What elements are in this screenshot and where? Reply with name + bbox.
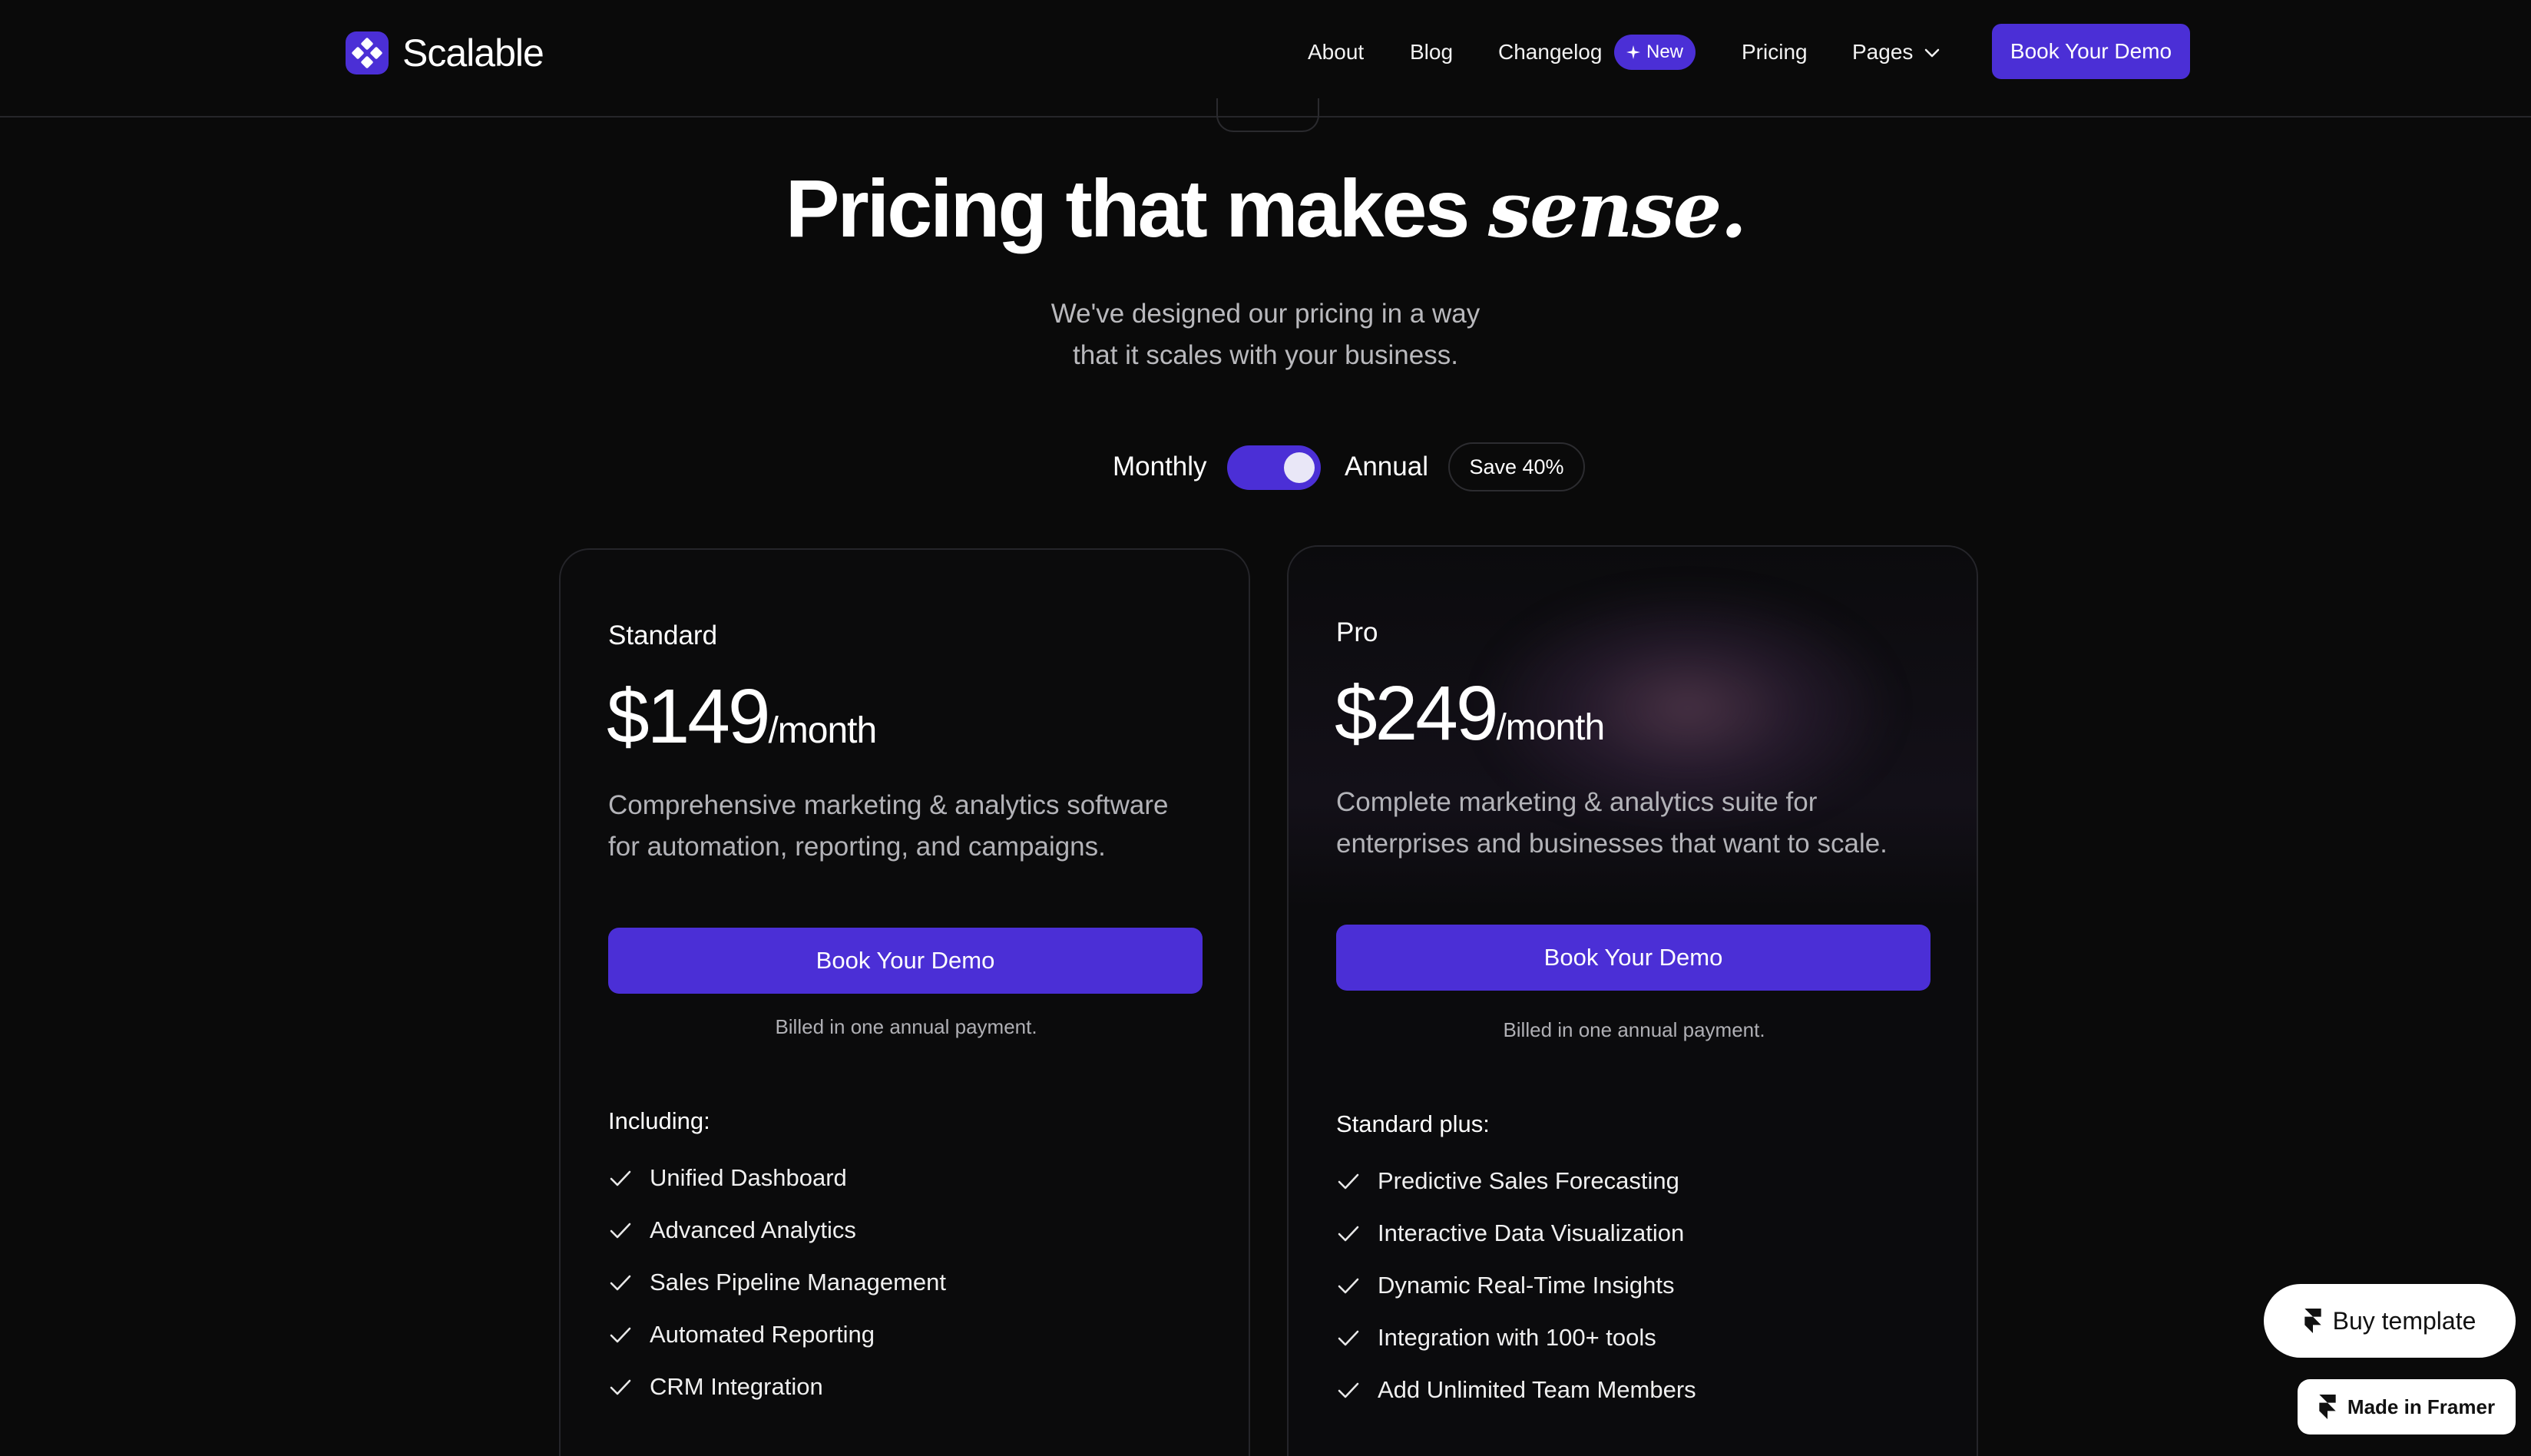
nav-book-demo-button[interactable]: Book Your Demo xyxy=(1992,24,2190,79)
feature-label: CRM Integration xyxy=(650,1373,823,1400)
check-icon xyxy=(1338,1330,1359,1346)
save-badge: Save 40% xyxy=(1448,442,1585,491)
feature-label: Advanced Analytics xyxy=(650,1216,856,1243)
page-title: Pricing that makes sense. xyxy=(0,163,2531,256)
plan-description: Comprehensive marketing & analytics soft… xyxy=(608,785,1222,868)
nav-link-about[interactable]: About xyxy=(1308,40,1364,65)
plan-name: Standard xyxy=(608,620,718,650)
plan-description-line-2: for automation, reporting, and campaigns… xyxy=(608,832,1106,862)
billing-toggle[interactable] xyxy=(1227,445,1321,490)
nav-link-pages[interactable]: Pages xyxy=(1852,40,1913,65)
check-icon xyxy=(610,1170,631,1186)
nav-link-pricing[interactable]: Pricing xyxy=(1742,40,1808,65)
subtitle-line-1: We've designed our pricing in a way xyxy=(1050,299,1481,329)
check-icon xyxy=(1338,1382,1359,1398)
logo-mark-icon xyxy=(346,31,389,74)
check-icon xyxy=(610,1327,631,1343)
check-icon xyxy=(610,1223,631,1239)
feature-item: Add Unlimited Team Members xyxy=(1336,1364,1696,1416)
made-in-framer-label: Made in Framer xyxy=(2347,1395,2496,1418)
made-in-framer-badge[interactable]: Made in Framer xyxy=(2298,1379,2516,1434)
title-emphasis: sense. xyxy=(1487,164,1747,255)
nav-link-changelog[interactable]: Changelog xyxy=(1498,40,1602,65)
pricing-card-pro: Pro $249/month Complete marketing & anal… xyxy=(1287,545,1978,1456)
plan-name: Pro xyxy=(1336,617,1378,647)
annual-label[interactable]: Annual xyxy=(1345,452,1428,482)
check-icon xyxy=(610,1275,631,1291)
check-icon xyxy=(1338,1278,1359,1294)
billing-note: Billed in one annual payment. xyxy=(775,1015,1037,1038)
check-icon xyxy=(1338,1173,1359,1190)
feature-item: Integration with 100+ tools xyxy=(1336,1312,1696,1364)
features-label: Including: xyxy=(608,1107,710,1134)
new-badge-label: New xyxy=(1646,41,1684,62)
feature-item: Unified Dashboard xyxy=(608,1152,946,1204)
feature-label: Add Unlimited Team Members xyxy=(1378,1376,1696,1403)
book-demo-button[interactable]: Book Your Demo xyxy=(608,928,1203,994)
price-amount: $149 xyxy=(607,673,770,759)
framer-icon xyxy=(2319,1395,2336,1419)
feature-label: Unified Dashboard xyxy=(650,1164,847,1191)
feature-label: Interactive Data Visualization xyxy=(1378,1219,1685,1246)
brand-logo[interactable]: Scalable xyxy=(346,31,544,75)
price-period: /month xyxy=(768,710,877,751)
price-amount: $249 xyxy=(1335,670,1498,756)
title-main: Pricing that makes xyxy=(785,164,1488,254)
feature-label: Automated Reporting xyxy=(650,1321,875,1348)
plan-description-line-2: enterprises and businesses that want to … xyxy=(1336,829,1887,859)
feature-item: CRM Integration xyxy=(608,1361,946,1413)
book-demo-button[interactable]: Book Your Demo xyxy=(1336,925,1931,991)
feature-item: Predictive Sales Forecasting xyxy=(1336,1155,1696,1207)
monthly-label[interactable]: Monthly xyxy=(1113,452,1207,482)
section-tag-pill xyxy=(1216,98,1319,132)
plan-price: $249/month xyxy=(1335,670,1605,758)
feature-list: Predictive Sales Forecasting Interactive… xyxy=(1336,1155,1696,1416)
feature-item: Automated Reporting xyxy=(608,1309,946,1361)
pricing-card-standard: Standard $149/month Comprehensive market… xyxy=(559,548,1250,1456)
feature-label: Integration with 100+ tools xyxy=(1378,1324,1656,1351)
feature-item: Dynamic Real-Time Insights xyxy=(1336,1259,1696,1312)
nav-link-blog[interactable]: Blog xyxy=(1410,40,1453,65)
brand-name: Scalable xyxy=(402,31,544,74)
page-subtitle: We've designed our pricing in a way that… xyxy=(0,293,2531,376)
check-icon xyxy=(610,1379,631,1395)
billing-note: Billed in one annual payment. xyxy=(1503,1018,1765,1041)
feature-item: Advanced Analytics xyxy=(608,1204,946,1256)
plan-description-line-1: Complete marketing & analytics suite for xyxy=(1336,787,1818,817)
subtitle-line-2: that it scales with your business. xyxy=(1073,340,1458,370)
feature-list: Unified Dashboard Advanced Analytics Sal… xyxy=(608,1152,946,1413)
price-period: /month xyxy=(1496,707,1605,748)
buy-template-label: Buy template xyxy=(2332,1306,2476,1335)
framer-icon xyxy=(2304,1309,2321,1333)
chevron-down-icon[interactable] xyxy=(1924,45,1940,61)
feature-label: Sales Pipeline Management xyxy=(650,1269,947,1296)
plan-description-line-1: Comprehensive marketing & analytics soft… xyxy=(608,790,1169,820)
buy-template-button[interactable]: Buy template xyxy=(2264,1284,2516,1358)
plan-price: $149/month xyxy=(607,673,877,761)
plan-description: Complete marketing & analytics suite for… xyxy=(1336,782,1950,865)
check-icon xyxy=(1338,1226,1359,1242)
feature-label: Predictive Sales Forecasting xyxy=(1378,1167,1679,1194)
features-label: Standard plus: xyxy=(1336,1110,1490,1137)
new-badge: New xyxy=(1614,35,1696,70)
feature-label: Dynamic Real-Time Insights xyxy=(1378,1272,1675,1299)
toggle-knob xyxy=(1284,452,1315,483)
feature-item: Sales Pipeline Management xyxy=(608,1256,946,1309)
sparkle-icon xyxy=(1626,45,1640,59)
feature-item: Interactive Data Visualization xyxy=(1336,1207,1696,1259)
